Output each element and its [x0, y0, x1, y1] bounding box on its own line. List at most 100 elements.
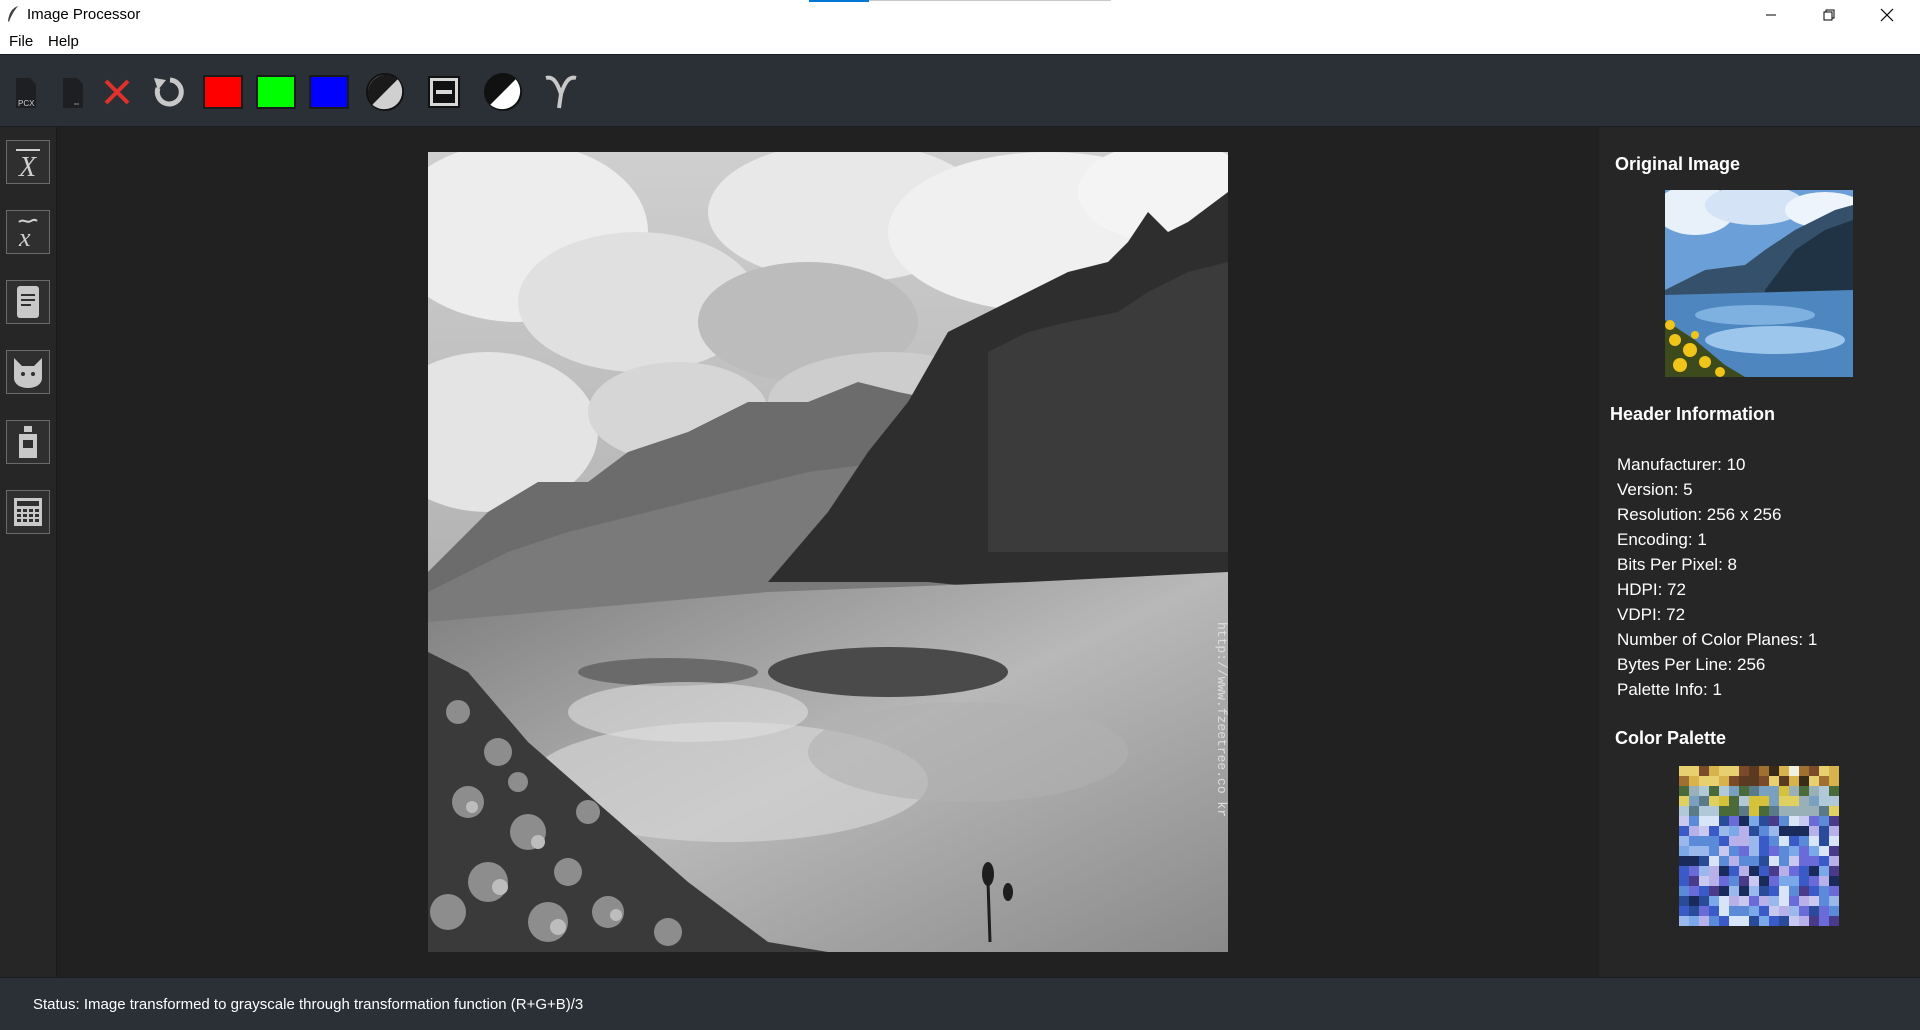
palette-swatch [1829, 916, 1839, 926]
palette-swatch [1739, 806, 1749, 816]
tool-sidebar: X x [0, 127, 57, 977]
minimize-button[interactable] [1742, 0, 1800, 30]
document-icon [17, 286, 39, 318]
palette-swatch [1679, 826, 1689, 836]
palette-swatch [1729, 846, 1739, 856]
palette-swatch [1819, 796, 1829, 806]
status-bar: Status: Image transformed to grayscale t… [0, 977, 1920, 1030]
palette-swatch [1779, 916, 1789, 926]
palette-swatch [1759, 816, 1769, 826]
histogram-button[interactable] [6, 420, 50, 464]
gamma-button[interactable] [540, 71, 582, 113]
palette-swatch [1719, 806, 1729, 816]
palette-swatch [1789, 836, 1799, 846]
mean-filter-button[interactable]: X [6, 140, 50, 184]
palette-swatch [1729, 886, 1739, 896]
palette-swatch [1799, 906, 1809, 916]
palette-swatch [1799, 886, 1809, 896]
green-square-icon [256, 75, 296, 109]
palette-swatch [1729, 836, 1739, 846]
palette-swatch [1759, 786, 1769, 796]
palette-swatch [1699, 906, 1709, 916]
palette-swatch [1819, 876, 1829, 886]
green-channel-button[interactable] [255, 71, 297, 113]
palette-swatch [1789, 766, 1799, 776]
reset-button[interactable] [147, 71, 189, 113]
palette-swatch [1789, 906, 1799, 916]
palette-swatch [1769, 836, 1779, 846]
grayscale-button[interactable] [364, 71, 406, 113]
palette-swatch [1769, 856, 1779, 866]
laplacian-button[interactable] [6, 280, 50, 324]
palette-swatch [1699, 886, 1709, 896]
negative-button[interactable] [482, 71, 524, 113]
palette-swatch [1729, 866, 1739, 876]
palette-swatch [1829, 806, 1839, 816]
palette-swatch [1829, 776, 1839, 786]
palette-swatch [1759, 836, 1769, 846]
palette-swatch [1789, 896, 1799, 906]
threshold-button[interactable] [423, 71, 465, 113]
palette-swatch [1689, 846, 1699, 856]
palette-swatch [1799, 796, 1809, 806]
palette-swatch [1779, 856, 1789, 866]
blue-channel-button[interactable] [308, 71, 350, 113]
palette-swatch [1809, 906, 1819, 916]
close-button[interactable] [1858, 0, 1916, 30]
noise-button[interactable] [6, 490, 50, 534]
palette-swatch [1709, 786, 1719, 796]
palette-swatch [1779, 896, 1789, 906]
palette-swatch [1729, 766, 1739, 776]
palette-swatch [1799, 866, 1809, 876]
palette-swatch [1749, 906, 1759, 916]
restore-button[interactable] [1800, 0, 1858, 30]
palette-swatch [1689, 906, 1699, 916]
palette-swatch [1819, 826, 1829, 836]
palette-swatch [1819, 846, 1829, 856]
menu-file[interactable]: File [9, 33, 33, 50]
palette-swatch [1729, 796, 1739, 806]
median-filter-button[interactable]: x [6, 210, 50, 254]
palette-swatch [1799, 806, 1809, 816]
half-circle-icon [366, 73, 404, 111]
palette-swatch [1819, 906, 1829, 916]
palette-swatch [1739, 906, 1749, 916]
palette-swatch [1739, 776, 1749, 786]
close-image-button[interactable] [96, 71, 138, 113]
title-accent [809, 0, 869, 2]
grid-icon [14, 498, 42, 526]
palette-swatch [1739, 916, 1749, 926]
palette-swatch [1729, 916, 1739, 926]
palette-swatch [1769, 916, 1779, 926]
palette-swatch [1729, 806, 1739, 816]
title-divider [869, 0, 1111, 1]
palette-swatch [1729, 876, 1739, 886]
palette-swatch [1699, 836, 1709, 846]
palette-swatch [1789, 916, 1799, 926]
palette-swatch [1689, 766, 1699, 776]
palette-swatch [1749, 856, 1759, 866]
palette-swatch [1699, 826, 1709, 836]
palette-swatch [1689, 776, 1699, 786]
palette-swatch [1689, 836, 1699, 846]
cat-icon [14, 358, 42, 388]
palette-swatch [1709, 866, 1719, 876]
header-vdpi: VDPI: 72 [1617, 605, 1686, 624]
open-file-button[interactable] [50, 71, 92, 113]
x-bar-icon: X [16, 149, 40, 180]
palette-swatch [1719, 796, 1729, 806]
blue-square-icon [309, 75, 349, 109]
palette-swatch [1679, 846, 1689, 856]
palette-swatch [1719, 776, 1729, 786]
menu-help[interactable]: Help [48, 33, 79, 50]
palette-swatch [1719, 786, 1729, 796]
red-channel-button[interactable] [202, 71, 244, 113]
palette-swatch [1739, 896, 1749, 906]
open-pcx-button[interactable]: PCX [4, 71, 46, 113]
image-watermark: http://www.fzeetree.co kr [1214, 622, 1228, 817]
palette-swatch [1799, 826, 1809, 836]
palette-swatch [1739, 826, 1749, 836]
palette-swatch [1819, 766, 1829, 776]
edge-button[interactable] [6, 350, 50, 394]
palette-swatch [1689, 856, 1699, 866]
